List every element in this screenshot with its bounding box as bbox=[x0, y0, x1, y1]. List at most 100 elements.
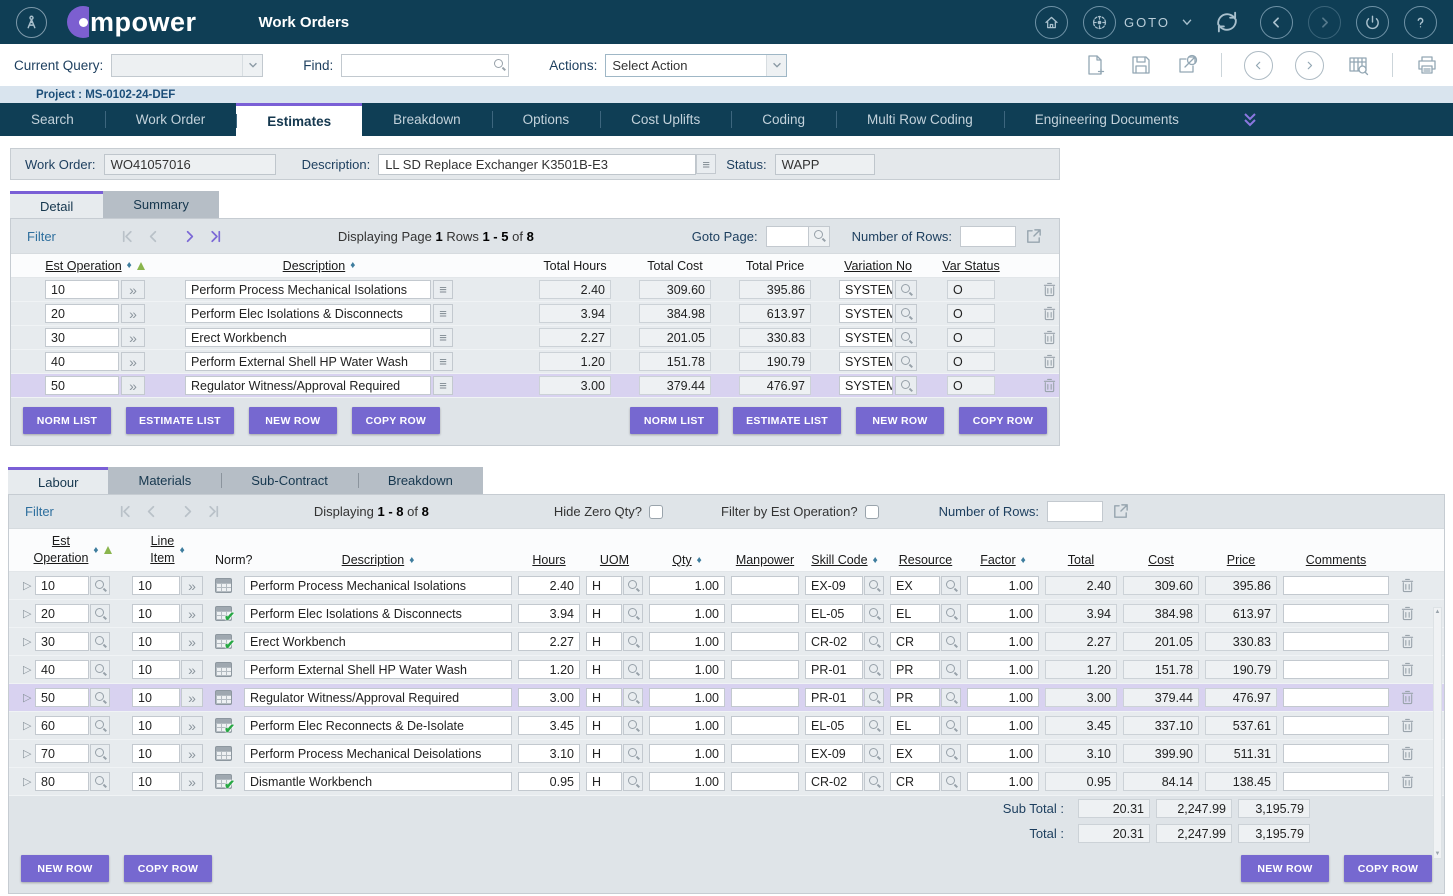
comments-field[interactable] bbox=[1283, 716, 1389, 735]
line-item-field[interactable]: 10 bbox=[132, 660, 180, 679]
double-arrow-button[interactable] bbox=[121, 352, 145, 371]
nav-tab[interactable]: Engineering Documents bbox=[1004, 103, 1210, 136]
double-arrow-button[interactable] bbox=[181, 772, 203, 791]
action-button[interactable]: COPY ROW bbox=[959, 407, 1047, 434]
norm-grid-icon[interactable] bbox=[215, 606, 232, 621]
comments-field[interactable] bbox=[1283, 604, 1389, 623]
action-button[interactable]: NEW ROW bbox=[1241, 855, 1329, 882]
column-cost[interactable]: Cost bbox=[1148, 553, 1174, 567]
column-price[interactable]: Price bbox=[1227, 553, 1255, 567]
delete-row-icon[interactable] bbox=[1398, 634, 1416, 649]
comments-field[interactable] bbox=[1283, 576, 1389, 595]
description-field[interactable]: LL SD Replace Exchanger K3501B-E3 bbox=[378, 154, 696, 175]
filter-link[interactable]: Filter bbox=[25, 504, 54, 519]
goto-chevron-down-icon[interactable] bbox=[1180, 15, 1194, 29]
double-arrow-button[interactable] bbox=[181, 632, 203, 651]
manpower-field[interactable] bbox=[731, 772, 799, 791]
est-operation-field[interactable]: 10 bbox=[45, 280, 119, 299]
find-input[interactable] bbox=[341, 54, 509, 77]
column-line-item[interactable]: Item bbox=[150, 550, 174, 567]
column-qty[interactable]: Qty bbox=[672, 553, 691, 567]
search-icon[interactable] bbox=[623, 604, 643, 623]
factor-field[interactable]: 1.00 bbox=[967, 660, 1039, 679]
table-row[interactable]: 40 10 Perform External Shell HP Water Wa… bbox=[9, 656, 1444, 684]
qty-field[interactable]: 1.00 bbox=[649, 604, 725, 623]
line-item-field[interactable]: 10 bbox=[132, 576, 180, 595]
search-icon[interactable] bbox=[864, 688, 884, 707]
action-button[interactable]: ESTIMATE LIST bbox=[733, 407, 841, 434]
hours-field[interactable]: 2.40 bbox=[518, 576, 580, 595]
resource-field[interactable]: CR bbox=[890, 632, 940, 651]
action-button[interactable]: NORM LIST bbox=[630, 407, 718, 434]
qty-field[interactable]: 1.00 bbox=[649, 660, 725, 679]
search-icon[interactable] bbox=[808, 226, 830, 247]
variation-no-field[interactable]: SYSTEM bbox=[839, 328, 893, 347]
search-icon[interactable] bbox=[941, 688, 961, 707]
number-of-rows-input[interactable] bbox=[1047, 501, 1103, 522]
sub-tab[interactable]: Labour bbox=[8, 467, 108, 494]
current-query-select[interactable] bbox=[111, 54, 263, 77]
resource-field[interactable]: PR bbox=[890, 660, 940, 679]
column-est-operation[interactable]: Operation bbox=[34, 550, 89, 567]
double-arrow-button[interactable] bbox=[181, 576, 203, 595]
search-icon[interactable] bbox=[864, 772, 884, 791]
export-expand-icon[interactable] bbox=[1175, 53, 1199, 77]
refresh-icon[interactable] bbox=[1209, 6, 1245, 39]
grid-search-icon[interactable] bbox=[1346, 53, 1370, 77]
description-field[interactable]: Regulator Witness/Approval Required bbox=[185, 376, 431, 395]
search-icon[interactable] bbox=[941, 744, 961, 763]
est-operation-field[interactable]: 50 bbox=[35, 688, 89, 707]
skill-code-field[interactable]: EL-05 bbox=[805, 604, 863, 623]
norm-grid-icon[interactable] bbox=[215, 718, 232, 733]
description-field[interactable]: Perform Process Mechanical Deisolations bbox=[244, 744, 512, 763]
hours-field[interactable]: 1.20 bbox=[518, 660, 580, 679]
column-variation-no[interactable]: Variation No bbox=[844, 259, 912, 273]
user-avatar-icon[interactable] bbox=[16, 7, 47, 38]
line-item-field[interactable]: 10 bbox=[132, 772, 180, 791]
column-description[interactable]: Description bbox=[283, 259, 346, 273]
uom-field[interactable]: H bbox=[586, 716, 622, 735]
qty-field[interactable]: 1.00 bbox=[649, 576, 725, 595]
search-icon[interactable] bbox=[623, 744, 643, 763]
action-button[interactable]: COPY ROW bbox=[124, 855, 212, 882]
resource-field[interactable]: CR bbox=[890, 772, 940, 791]
delete-row-icon[interactable] bbox=[1039, 330, 1059, 345]
norm-grid-icon[interactable] bbox=[215, 774, 232, 789]
row-expand-icon[interactable] bbox=[23, 607, 35, 620]
goto-target-icon[interactable] bbox=[1083, 6, 1116, 39]
variation-no-field[interactable]: SYSTEM bbox=[839, 376, 893, 395]
column-skill-code[interactable]: Skill Code bbox=[811, 553, 867, 567]
search-icon[interactable] bbox=[895, 304, 917, 323]
next-page-icon[interactable] bbox=[180, 226, 200, 246]
search-icon[interactable] bbox=[492, 58, 506, 72]
manpower-field[interactable] bbox=[731, 604, 799, 623]
column-hours[interactable]: Hours bbox=[532, 553, 565, 567]
delete-row-icon[interactable] bbox=[1398, 774, 1416, 789]
delete-row-icon[interactable] bbox=[1398, 746, 1416, 761]
hours-field[interactable]: 0.95 bbox=[518, 772, 580, 791]
filter-link[interactable]: Filter bbox=[27, 229, 56, 244]
search-icon[interactable] bbox=[90, 632, 110, 651]
qty-field[interactable]: 1.00 bbox=[649, 716, 725, 735]
sub-tab[interactable]: Summary bbox=[103, 191, 219, 218]
line-item-field[interactable]: 10 bbox=[132, 632, 180, 651]
help-icon[interactable] bbox=[1404, 6, 1437, 39]
resource-field[interactable]: EX bbox=[890, 576, 940, 595]
manpower-field[interactable] bbox=[731, 688, 799, 707]
action-button[interactable]: COPY ROW bbox=[352, 407, 440, 434]
manpower-field[interactable] bbox=[731, 576, 799, 595]
row-expand-icon[interactable] bbox=[23, 775, 35, 788]
search-icon[interactable] bbox=[895, 280, 917, 299]
description-field[interactable]: Perform Process Mechanical Isolations bbox=[244, 576, 512, 595]
table-row[interactable]: 60 10 Perform Elec Reconnects & De-Isola… bbox=[9, 712, 1444, 740]
double-arrow-button[interactable] bbox=[181, 744, 203, 763]
skill-code-field[interactable]: EL-05 bbox=[805, 716, 863, 735]
est-operation-field[interactable]: 70 bbox=[35, 744, 89, 763]
hours-field[interactable]: 2.27 bbox=[518, 632, 580, 651]
description-field[interactable]: Dismantle Workbench bbox=[244, 772, 512, 791]
column-resource[interactable]: Resource bbox=[899, 553, 953, 567]
notes-icon[interactable] bbox=[696, 154, 716, 174]
comments-field[interactable] bbox=[1283, 744, 1389, 763]
action-button[interactable]: COPY ROW bbox=[1344, 855, 1432, 882]
power-logout-icon[interactable] bbox=[1356, 6, 1389, 39]
